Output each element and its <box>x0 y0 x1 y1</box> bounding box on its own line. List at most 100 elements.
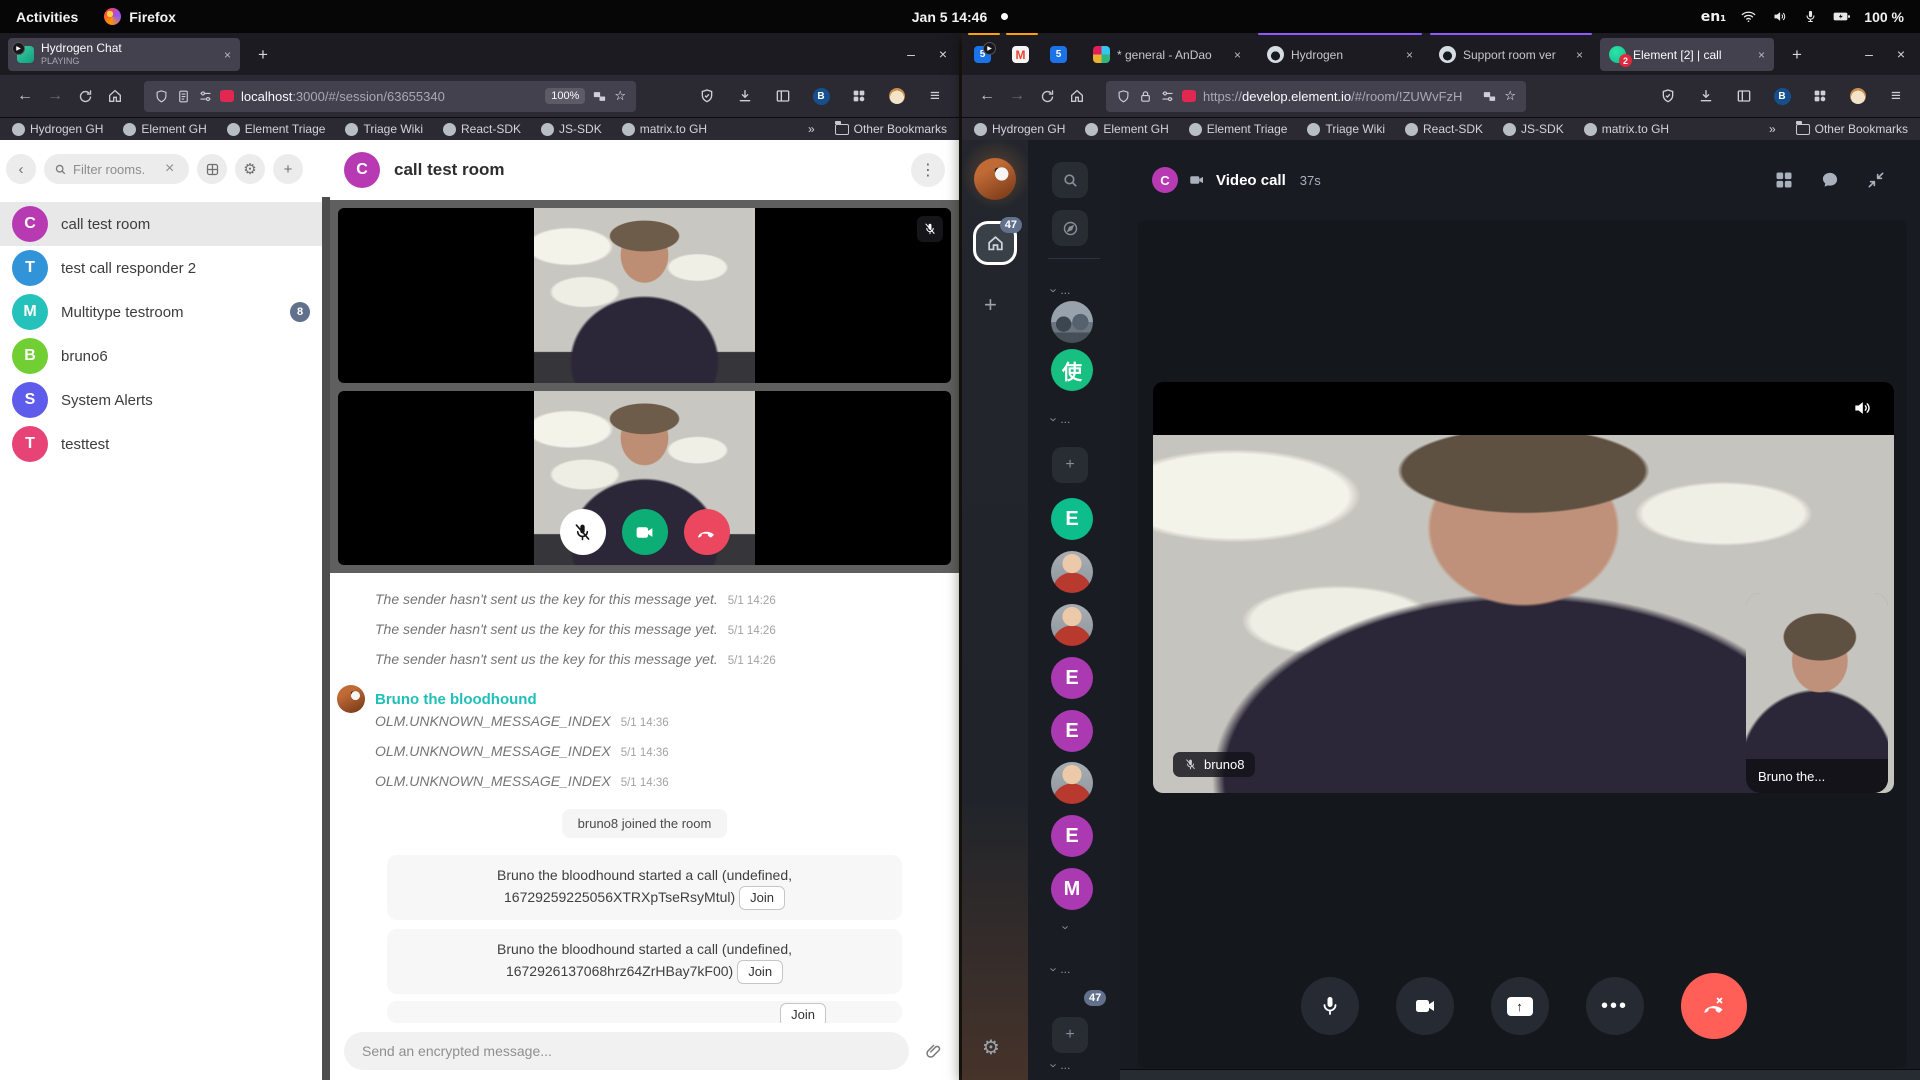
home-space-button[interactable]: 47 <box>976 224 1014 262</box>
bookmark-item[interactable]: matrix.to GH <box>1584 122 1669 136</box>
bookmark-item[interactable]: Element GH <box>123 122 206 136</box>
reload-button[interactable] <box>70 81 100 111</box>
lock-icon[interactable] <box>1138 89 1153 104</box>
clock[interactable]: Jan 5 14:46 <box>912 9 988 25</box>
quick-settings-button[interactable]: ⚙ <box>982 1035 1000 1060</box>
user-avatar[interactable] <box>974 158 1016 200</box>
self-view-pip[interactable]: Bruno the... <box>1746 593 1888 793</box>
pip-icon[interactable] <box>1482 89 1497 104</box>
room-avatar-photo[interactable] <box>1051 301 1093 343</box>
tab-close-button[interactable]: × <box>224 48 231 62</box>
collapsed-section-header[interactable]: ›... <box>1052 1058 1070 1072</box>
room-options-button[interactable]: ⋮ <box>911 153 945 187</box>
video-tile-local[interactable] <box>338 391 951 566</box>
new-tab-button[interactable]: + <box>250 42 276 68</box>
downloads-button[interactable] <box>1692 82 1720 110</box>
room-avatar[interactable]: E <box>1051 815 1093 857</box>
home-button[interactable] <box>100 81 130 111</box>
back-button[interactable]: ‹ <box>6 154 36 184</box>
message-input[interactable] <box>362 1043 891 1059</box>
tab-close-button[interactable]: × <box>1234 48 1241 62</box>
room-avatar-photo[interactable] <box>1051 551 1093 593</box>
bookmark-item[interactable]: Triage Wiki <box>1307 122 1385 136</box>
more-options-button[interactable]: ••• <box>1586 977 1644 1035</box>
room-list-item[interactable]: T testtest <box>0 422 322 466</box>
clear-filter-icon[interactable]: × <box>165 160 174 178</box>
room-avatar[interactable]: 使 <box>1051 349 1093 391</box>
home-button[interactable] <box>1062 81 1092 111</box>
attachment-icon[interactable] <box>924 1042 943 1061</box>
room-avatar[interactable]: E <box>1051 710 1093 752</box>
bookmark-item[interactable]: Element Triage <box>1189 122 1288 136</box>
bookmark-item[interactable]: React-SDK <box>1405 122 1483 136</box>
permissions-icon[interactable] <box>1160 89 1175 104</box>
room-list-item[interactable]: S System Alerts <box>0 378 322 422</box>
create-room-button[interactable]: + <box>273 154 303 184</box>
forward-button[interactable]: → <box>40 81 70 111</box>
extensions-button[interactable] <box>1806 82 1834 110</box>
app-menu-button[interactable]: ≡ <box>1882 82 1910 110</box>
video-tile-remote[interactable] <box>338 208 951 383</box>
collapsed-section-header[interactable]: ›... <box>1052 412 1070 426</box>
url-bar[interactable]: localhost:3000/#/session/63655340 100% ☆ <box>144 81 636 112</box>
show-more-chevron[interactable]: › <box>1059 925 1074 929</box>
bookmark-item[interactable]: Hydrogen GH <box>12 122 103 136</box>
window-minimize-button[interactable]: – <box>898 41 924 67</box>
window-close-button[interactable]: × <box>930 41 956 67</box>
bookmark-item[interactable]: matrix.to GH <box>622 122 707 136</box>
settings-button[interactable]: ⚙ <box>235 154 265 184</box>
explore-rooms-button[interactable] <box>1052 210 1088 246</box>
other-bookmarks-folder[interactable]: Other Bookmarks <box>1796 122 1908 136</box>
bookmark-item[interactable]: React-SDK <box>443 122 521 136</box>
bitwarden-extension-icon[interactable]: B <box>1768 82 1796 110</box>
focused-app-menu[interactable]: Firefox <box>104 8 176 25</box>
new-tab-button[interactable]: + <box>1784 42 1810 68</box>
grid-view-button[interactable] <box>197 154 227 184</box>
tab-close-button[interactable]: × <box>1758 48 1765 62</box>
url-bar[interactable]: https://develop.element.io/#/room/!ZUWvF… <box>1106 81 1526 112</box>
tab-slack[interactable]: * general - AnDao × <box>1084 38 1250 71</box>
extensions-button[interactable] <box>845 82 873 110</box>
join-call-button[interactable]: Join <box>780 1003 826 1023</box>
bookmark-item[interactable]: Triage Wiki <box>345 122 423 136</box>
room-list-item[interactable]: B bruno6 <box>0 334 322 378</box>
join-call-button[interactable]: Join <box>739 886 785 910</box>
video-tile-remote[interactable]: bruno8 Bruno the... <box>1153 382 1894 793</box>
chat-bubble-icon[interactable] <box>1820 170 1840 190</box>
join-call-button[interactable]: Join <box>737 960 783 984</box>
reload-button[interactable] <box>1032 81 1062 111</box>
tracking-shield-icon[interactable] <box>1116 89 1131 104</box>
bookmark-star-icon[interactable]: ☆ <box>614 88 626 104</box>
bookmark-item[interactable]: JS-SDK <box>541 122 602 136</box>
bookmarks-overflow-chevron[interactable]: » <box>1769 122 1776 136</box>
tab-close-button[interactable]: × <box>1406 48 1413 62</box>
account-shield-icon[interactable] <box>1654 82 1682 110</box>
tab-support-room[interactable]: Support room ver × <box>1430 38 1592 71</box>
pip-icon[interactable] <box>592 89 607 104</box>
tab-element-call[interactable]: 2 Element [2] | call × <box>1600 38 1774 71</box>
tampermonkey-extension-icon[interactable] <box>1844 82 1872 110</box>
room-avatar[interactable]: E <box>1051 657 1093 699</box>
bookmark-item[interactable]: Element Triage <box>227 122 326 136</box>
camera-toggle-button[interactable] <box>622 509 668 555</box>
hangup-button[interactable] <box>684 509 730 555</box>
room-avatar[interactable]: E <box>1051 498 1093 540</box>
screen-share-button[interactable]: ↑ <box>1491 977 1549 1035</box>
bookmark-item[interactable]: JS-SDK <box>1503 122 1564 136</box>
mic-toggle-button[interactable] <box>1301 977 1359 1035</box>
bitwarden-extension-icon[interactable]: B <box>807 82 835 110</box>
room-avatar-photo[interactable] <box>1051 604 1093 646</box>
forward-button[interactable]: → <box>1002 81 1032 111</box>
window-close-button[interactable]: × <box>1888 41 1914 67</box>
pinned-tab-gmail[interactable]: M <box>1008 38 1036 71</box>
camera-toggle-button[interactable] <box>1396 977 1454 1035</box>
room-avatar-photo[interactable] <box>1051 762 1093 804</box>
pinned-tab-calendar[interactable]: 5 <box>1046 38 1074 71</box>
camera-in-use-indicator[interactable] <box>220 90 234 102</box>
app-menu-button[interactable]: ≡ <box>921 82 949 110</box>
back-button[interactable]: ← <box>10 81 40 111</box>
sidebar-toggle-button[interactable] <box>1730 82 1758 110</box>
back-button[interactable]: ← <box>972 81 1002 111</box>
page-info-icon[interactable] <box>176 89 191 104</box>
system-tray[interactable]: en₁ 100 % <box>1701 9 1920 25</box>
